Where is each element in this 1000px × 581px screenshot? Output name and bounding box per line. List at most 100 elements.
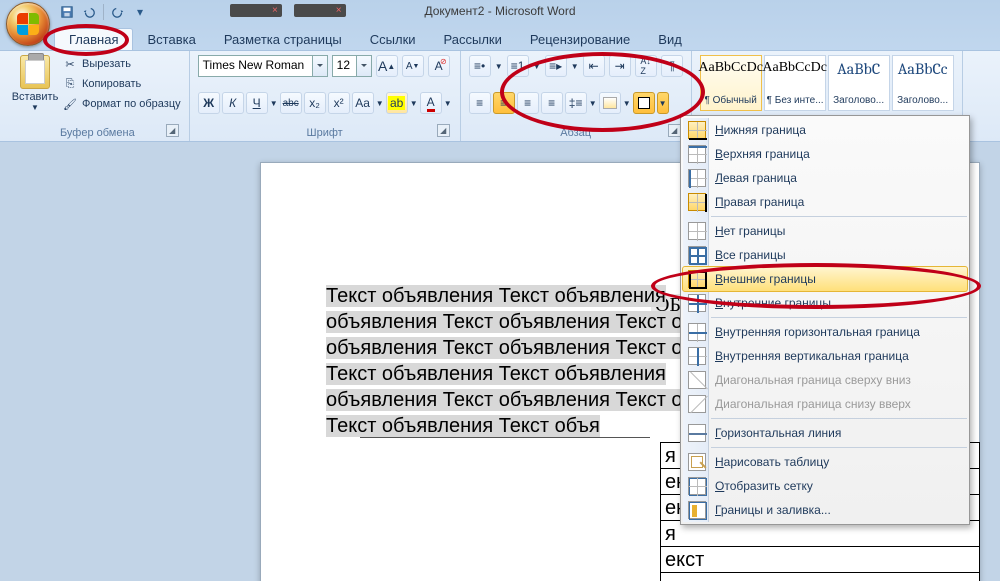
border-menu-label: Верхняя граница	[715, 147, 810, 161]
tab-mailings[interactable]: Рассылки	[430, 29, 516, 50]
border-ih-icon	[688, 323, 706, 341]
border-menu-ih[interactable]: Внутренняя горизонтальная граница	[683, 320, 967, 344]
underline-button[interactable]: Ч	[246, 92, 268, 114]
spacing-arrow-icon[interactable]: ▼	[589, 92, 597, 114]
taskbar-preview-2[interactable]	[294, 4, 346, 17]
align-left-button[interactable]: ≡	[469, 92, 491, 114]
numbering-button[interactable]: ≡1	[507, 55, 529, 77]
group-label-paragraph: Абзац◢	[469, 125, 683, 139]
tab-view[interactable]: Вид	[644, 29, 696, 50]
border-menu-inside[interactable]: Внутренние границы	[683, 291, 967, 315]
border-inside-icon	[688, 294, 706, 312]
border-menu-label: Диагональная граница сверху вниз	[715, 373, 911, 387]
shading-arrow-icon[interactable]: ▼	[623, 92, 631, 114]
bullets-button[interactable]: ≡•	[469, 55, 491, 77]
border-menu-hline[interactable]: Горизонтальная линия	[683, 421, 967, 445]
tab-insert[interactable]: Вставка	[133, 29, 209, 50]
border-menu-iv[interactable]: Внутренняя вертикальная граница	[683, 344, 967, 368]
clear-format-button[interactable]: A⊘	[428, 55, 450, 77]
border-menu-left[interactable]: Левая граница	[683, 166, 967, 190]
grow-font-button[interactable]: A▲	[376, 55, 398, 77]
multilevel-button[interactable]: ≡▸	[545, 55, 567, 77]
numbering-arrow-icon[interactable]: ▼	[533, 55, 541, 77]
show-marks-button[interactable]: ¶	[661, 55, 683, 77]
align-justify-button[interactable]: ≡	[541, 92, 563, 114]
tab-review[interactable]: Рецензирование	[516, 29, 644, 50]
border-all-icon	[688, 246, 706, 264]
highlight-button[interactable]: ab	[386, 92, 408, 114]
font-size-combo[interactable]: 12	[332, 55, 372, 77]
group-clipboard: Вставить ▼ ✂Вырезать ⎘Копировать 🖌Формат…	[6, 51, 190, 141]
border-menu-outside[interactable]: Внешние границы	[682, 266, 968, 292]
decrease-indent-button[interactable]: ⇤	[583, 55, 605, 77]
border-du-icon	[688, 395, 706, 413]
borders-arrow-icon[interactable]: ▼	[657, 92, 669, 114]
style-heading2[interactable]: AaBbCcЗаголово...	[892, 55, 954, 111]
bold-button[interactable]: Ж	[198, 92, 220, 114]
group-font: Times New Roman 12 A▲ A▼ A⊘ Ж К Ч ▼ abc …	[190, 51, 461, 141]
font-name-combo[interactable]: Times New Roman	[198, 55, 328, 77]
border-iv-icon	[688, 347, 706, 365]
border-menu-label: Внутренние границы	[715, 296, 831, 310]
font-launcher-icon[interactable]: ◢	[437, 124, 450, 137]
border-menu-dlg[interactable]: Границы и заливка...	[683, 498, 967, 522]
underline-arrow-icon[interactable]: ▼	[270, 92, 278, 114]
shading-button[interactable]	[599, 92, 621, 114]
border-menu-draw[interactable]: Нарисовать таблицу	[683, 450, 967, 474]
strike-button[interactable]: abc	[280, 92, 302, 114]
taskbar-preview-1[interactable]	[230, 4, 282, 17]
border-menu-label: Левая граница	[715, 171, 797, 185]
align-center-button[interactable]: ≡	[493, 92, 515, 114]
office-button[interactable]	[6, 2, 50, 46]
copy-button[interactable]: ⎘Копировать	[62, 75, 181, 93]
chevron-down-icon[interactable]	[356, 56, 371, 76]
style-heading1[interactable]: AaBbCЗаголово...	[828, 55, 890, 111]
borders-button[interactable]	[633, 92, 655, 114]
paragraph-launcher-icon[interactable]: ◢	[668, 124, 681, 137]
border-menu-grid[interactable]: Отобразить сетку	[683, 474, 967, 498]
change-case-button[interactable]: Aa	[352, 92, 374, 114]
tab-layout[interactable]: Разметка страницы	[210, 29, 356, 50]
scissors-icon: ✂	[62, 56, 78, 72]
tab-references[interactable]: Ссылки	[356, 29, 430, 50]
align-right-button[interactable]: ≡	[517, 92, 539, 114]
tab-home[interactable]: Главная	[54, 28, 133, 50]
style-no-spacing[interactable]: AaBbCcDc¶ Без инте...	[764, 55, 826, 111]
border-menu-bottom[interactable]: Нижняя граница	[683, 118, 967, 142]
sort-button[interactable]: A↓Z	[635, 55, 657, 77]
clipboard-launcher-icon[interactable]: ◢	[166, 124, 179, 137]
border-right-icon	[688, 193, 706, 211]
border-menu-label: Нарисовать таблицу	[715, 455, 829, 469]
header-divider	[360, 437, 650, 438]
border-menu-label: Внутренняя горизонтальная граница	[715, 325, 920, 339]
chevron-down-icon[interactable]	[312, 56, 327, 76]
border-menu-none[interactable]: Нет границы	[683, 219, 967, 243]
subscript-button[interactable]: x₂	[304, 92, 326, 114]
border-menu-top[interactable]: Верхняя граница	[683, 142, 967, 166]
highlight-arrow-icon[interactable]: ▼	[410, 92, 418, 114]
bullets-arrow-icon[interactable]: ▼	[495, 55, 503, 77]
style-normal[interactable]: AaBbCcDc¶ Обычный	[700, 55, 762, 111]
cut-button[interactable]: ✂Вырезать	[62, 55, 181, 73]
group-paragraph: ≡•▼ ≡1▼ ≡▸▼ ⇤ ⇥ A↓Z ¶ ≡ ≡ ≡ ≡ ‡≡▼ ▼ ▼ Аб…	[461, 51, 692, 141]
group-label-font: Шрифт◢	[198, 125, 452, 139]
border-top-icon	[688, 145, 706, 163]
multilevel-arrow-icon[interactable]: ▼	[571, 55, 579, 77]
app-title: Документ2 - Microsoft Word	[424, 4, 575, 18]
case-arrow-icon[interactable]: ▼	[376, 92, 384, 114]
border-menu-all[interactable]: Все границы	[683, 243, 967, 267]
shrink-font-button[interactable]: A▼	[402, 55, 424, 77]
line-spacing-button[interactable]: ‡≡	[565, 92, 587, 114]
fontcolor-arrow-icon[interactable]: ▼	[444, 92, 452, 114]
paste-button[interactable]: Вставить ▼	[14, 55, 56, 113]
format-painter-button[interactable]: 🖌Формат по образцу	[62, 95, 181, 113]
border-menu-label: Внешние границы	[715, 272, 816, 286]
increase-indent-button[interactable]: ⇥	[609, 55, 631, 77]
font-color-button[interactable]: A	[420, 92, 442, 114]
border-menu-right[interactable]: Правая граница	[683, 190, 967, 214]
border-menu-label: Внутренняя вертикальная граница	[715, 349, 909, 363]
border-menu-label: Нет границы	[715, 224, 785, 238]
border-none-icon	[688, 222, 706, 240]
italic-button[interactable]: К	[222, 92, 244, 114]
superscript-button[interactable]: x²	[328, 92, 350, 114]
